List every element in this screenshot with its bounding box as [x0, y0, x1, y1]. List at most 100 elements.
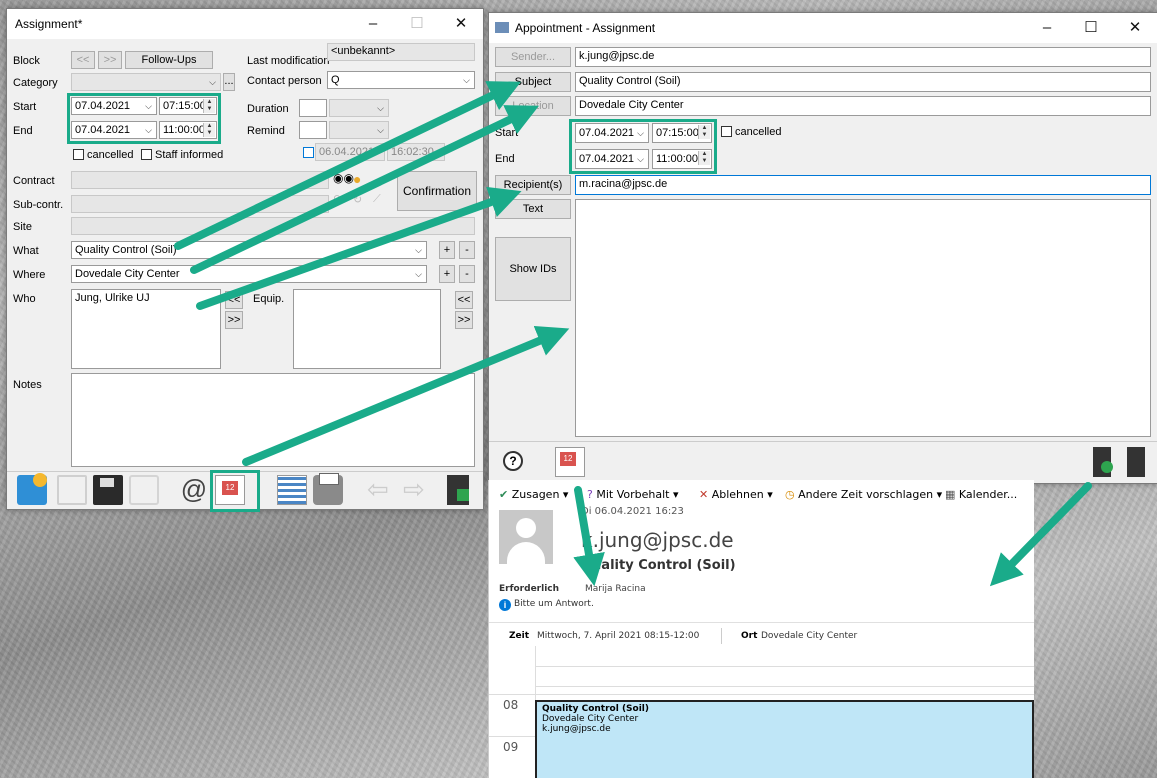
chevron-down-icon: ⌵	[209, 77, 216, 87]
close-button[interactable]: ✕	[1113, 13, 1157, 43]
cancelled-checkbox[interactable]	[721, 126, 732, 137]
propose-time-button[interactable]: ◷ Andere Zeit vorschlagen ▾	[785, 488, 942, 501]
where-add-button[interactable]: +	[439, 265, 455, 283]
subcontr-field[interactable]	[71, 195, 329, 213]
cancelled-label: cancelled	[735, 126, 782, 138]
who-remove-button[interactable]: >>	[225, 311, 243, 329]
required-label: Erforderlich	[499, 584, 560, 594]
new-appointment-icon[interactable]	[17, 473, 47, 505]
notes-label: Notes	[13, 379, 42, 391]
refresh-icon[interactable]: ↻	[353, 193, 371, 211]
send-exit-icon[interactable]	[1093, 447, 1113, 477]
staff-informed-checkbox[interactable]	[141, 149, 152, 160]
cancelled-checkbox[interactable]	[73, 149, 84, 160]
equip-list[interactable]	[293, 289, 441, 369]
remind-date-field[interactable]: 06.04.2021	[315, 143, 385, 161]
hour-label-08: 08	[503, 698, 519, 712]
followups-button[interactable]: Follow-Ups	[125, 51, 213, 69]
save-icon[interactable]	[93, 475, 123, 505]
tentative-button[interactable]: ? Mit Vorbehalt ▾	[587, 488, 679, 501]
event-organizer: k.jung@jpsc.de	[542, 724, 611, 734]
subcontr-label: Sub-contr.	[13, 199, 64, 211]
category-more-button[interactable]: ...	[223, 73, 235, 91]
what-select[interactable]: Quality Control (Soil) ⌵	[71, 241, 427, 259]
contact-person-select[interactable]: Q ⌵	[327, 71, 475, 89]
maximize-button[interactable]: ☐	[1069, 13, 1113, 43]
end-label: End	[13, 125, 33, 137]
edit-icon[interactable]: ⟋	[373, 193, 391, 211]
info-text: Bitte um Antwort.	[514, 599, 594, 609]
equip-add-button[interactable]: <<	[455, 291, 473, 309]
remind-unit-select[interactable]: ⌵	[329, 121, 389, 139]
exit-door-icon[interactable]	[1127, 447, 1145, 477]
calendar-send-icon[interactable]: 12	[555, 447, 585, 477]
copy-icon[interactable]	[57, 475, 87, 505]
recipients-button[interactable]: Recipient(s)	[495, 175, 571, 195]
forward-arrow-icon[interactable]: ⇨	[403, 475, 433, 505]
delete-icon[interactable]	[129, 475, 159, 505]
exit-door-icon[interactable]	[447, 475, 469, 505]
print-icon[interactable]	[313, 473, 343, 505]
text-button[interactable]: Text	[495, 199, 571, 219]
highlight-box-calendar-export	[210, 470, 260, 512]
duration-unit-select[interactable]: ⌵	[329, 99, 389, 117]
email-icon[interactable]: @	[179, 475, 209, 505]
outlook-preview: ✔ Zusagen ▾ ? Mit Vorbehalt ▾ ✕ Ablehnen…	[488, 480, 1034, 778]
sender-button[interactable]: Sender...	[495, 47, 571, 67]
chevron-down-icon: ⌵	[415, 245, 422, 255]
decline-button[interactable]: ✕ Ablehnen ▾	[699, 488, 773, 501]
contact-person-label: Contact person	[247, 75, 322, 87]
end-label: End	[495, 153, 515, 165]
remind-field[interactable]	[299, 121, 327, 139]
subject-field[interactable]: Quality Control (Soil)	[575, 72, 1151, 92]
sender-field[interactable]: k.jung@jpsc.de	[575, 47, 1151, 67]
back-arrow-icon[interactable]: ⇦	[367, 475, 397, 505]
help-icon[interactable]: ?	[503, 451, 523, 471]
block-label: Block	[13, 55, 40, 67]
appointment-titlebar: Appointment - Assignment – ☐ ✕	[489, 13, 1157, 43]
category-select[interactable]: ⌵	[71, 73, 221, 91]
accept-button[interactable]: ✔ Zusagen ▾	[499, 488, 568, 501]
block-prev-button[interactable]: <<	[71, 51, 95, 69]
message-subject: Quality Control (Soil)	[581, 558, 736, 573]
body-textarea[interactable]	[575, 199, 1151, 437]
staff-informed-label: Staff informed	[155, 149, 224, 161]
close-button[interactable]: ✕	[439, 9, 483, 39]
when-value: Mittwoch, 7. April 2021 08:15-12:00	[537, 631, 700, 641]
binoculars-icon[interactable]: ◉◉	[333, 171, 354, 189]
recipients-field[interactable]: m.racina@jpsc.de	[575, 175, 1151, 195]
chevron-down-icon: ⌵	[377, 125, 384, 135]
where-remove-button[interactable]: -	[459, 265, 475, 283]
chevron-down-icon: ⌵	[415, 269, 422, 279]
equip-remove-button[interactable]: >>	[455, 311, 473, 329]
what-remove-button[interactable]: -	[459, 241, 475, 259]
site-field[interactable]	[71, 217, 475, 235]
calendar-button[interactable]: ▦ Kalender...	[945, 488, 1017, 501]
contract-field[interactable]	[71, 171, 329, 189]
where-select[interactable]: Dovedale City Center ⌵	[71, 265, 427, 283]
link-icon[interactable]: ⚲	[333, 193, 351, 211]
notes-textarea[interactable]	[71, 373, 475, 467]
maximize-button[interactable]: ☐	[395, 9, 439, 39]
calendar-event[interactable]: Quality Control (Soil) Dovedale City Cen…	[535, 700, 1034, 778]
report-icon[interactable]	[277, 475, 307, 505]
duration-label: Duration	[247, 103, 289, 115]
remind-checkbox[interactable]	[303, 147, 314, 158]
subject-button[interactable]: Subject	[495, 72, 571, 92]
minimize-button[interactable]: –	[351, 9, 395, 39]
show-ids-button[interactable]: Show IDs	[495, 237, 571, 301]
minimize-button[interactable]: –	[1025, 13, 1069, 43]
confirmation-button[interactable]: Confirmation	[397, 171, 477, 211]
highlight-box-appointment-dates	[569, 119, 717, 174]
block-next-button[interactable]: >>	[98, 51, 122, 69]
what-add-button[interactable]: +	[439, 241, 455, 259]
location-button[interactable]: Location	[495, 96, 571, 116]
location-field[interactable]: Dovedale City Center	[575, 96, 1151, 116]
start-label: Start	[495, 127, 519, 139]
star-icon[interactable]: ●	[353, 171, 371, 189]
where-label: Where	[13, 269, 46, 281]
duration-field[interactable]	[299, 99, 327, 117]
remind-time-field[interactable]: 16:02:30	[387, 143, 445, 161]
who-add-button[interactable]: <<	[225, 291, 243, 309]
who-list[interactable]: Jung, Ulrike UJ	[71, 289, 221, 369]
